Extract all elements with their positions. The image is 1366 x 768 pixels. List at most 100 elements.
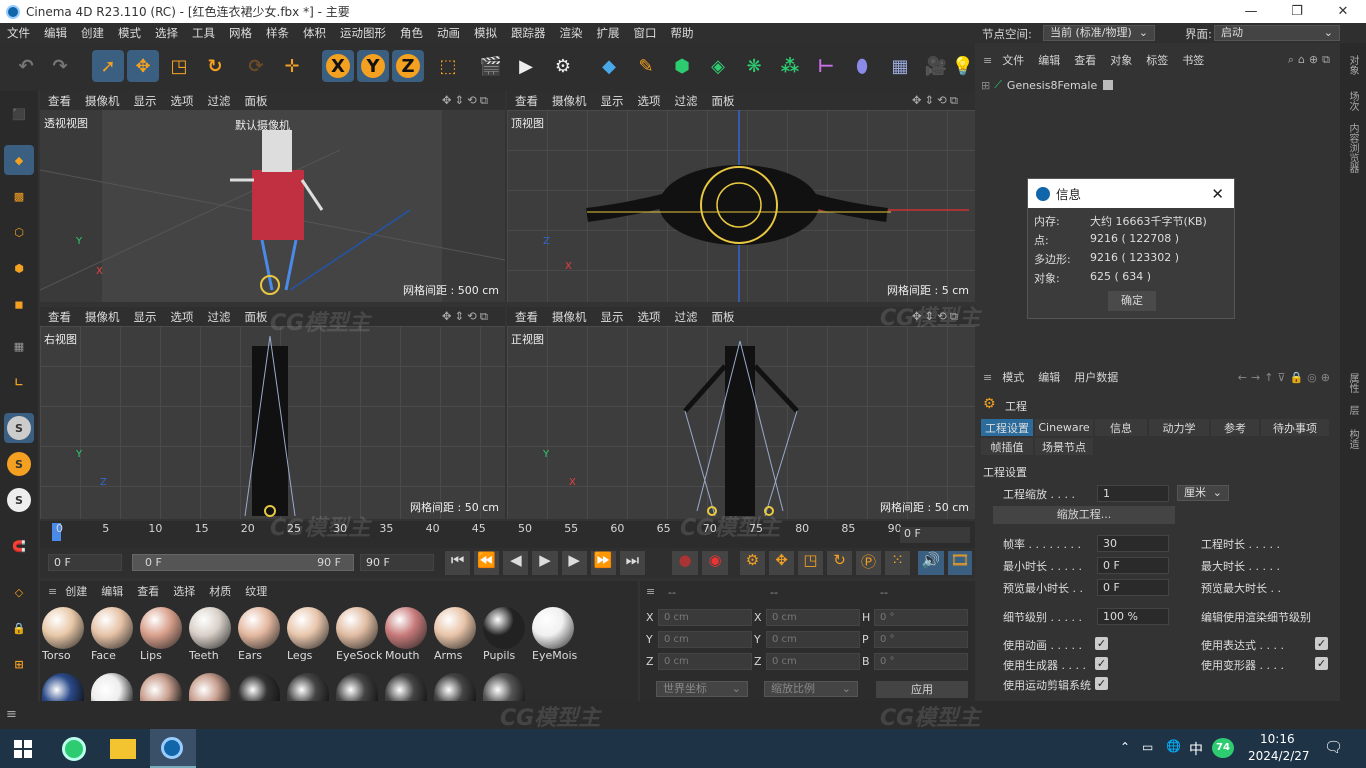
clock-date[interactable]: 2024/2/27: [1248, 749, 1310, 763]
hamburger-icon[interactable]: ≡: [6, 707, 17, 722]
hamburger-icon[interactable]: ≡: [48, 585, 57, 598]
ime-indicator[interactable]: 中: [1189, 739, 1203, 759]
menu-window[interactable]: 窗口: [627, 25, 664, 41]
min-time-field[interactable]: 0 F: [1097, 557, 1169, 574]
material-preview[interactable]: [189, 673, 231, 701]
vp-menu-panel[interactable]: 面板: [712, 309, 735, 325]
cloner-icon[interactable]: ❋: [738, 50, 770, 82]
hamburger-icon[interactable]: ≡: [983, 54, 992, 67]
use-generators-checkbox[interactable]: ✓: [1095, 657, 1108, 670]
use-deformers-checkbox[interactable]: ✓: [1315, 657, 1328, 670]
cinema4d-taskbar-button[interactable]: [150, 729, 196, 768]
material-preview[interactable]: [140, 673, 182, 701]
use-expressions-checkbox[interactable]: ✓: [1315, 637, 1328, 650]
sound-icon[interactable]: 🔊: [918, 551, 944, 575]
next-frame-icon[interactable]: ▶: [561, 551, 587, 575]
vp-menu-camera[interactable]: 摄像机: [85, 93, 120, 109]
attr-menu-userdata[interactable]: 用户数据: [1074, 369, 1118, 385]
tab-info[interactable]: 信息: [1095, 419, 1147, 436]
tab-todo[interactable]: 待办事项: [1261, 419, 1329, 436]
menu-volume[interactable]: 体积: [296, 25, 333, 41]
coord-field[interactable]: 0 cm: [766, 609, 860, 626]
undo-icon[interactable]: ↶: [10, 50, 42, 82]
end-frame-field[interactable]: 90 F: [360, 554, 434, 571]
vp-menu-camera[interactable]: 摄像机: [552, 93, 587, 109]
mograph-icon[interactable]: ⁂: [774, 50, 806, 82]
scale-project-button[interactable]: 缩放工程...: [993, 506, 1175, 524]
side-tab-content-browser[interactable]: 内容浏览器: [1345, 123, 1360, 173]
auto-key-icon[interactable]: ◉: [702, 551, 728, 575]
scale-unit-dropdown[interactable]: 厘米 ⌄: [1177, 485, 1229, 501]
material-preview[interactable]: [336, 673, 378, 701]
lod-field[interactable]: 100 %: [1097, 608, 1169, 625]
viewport-nav-icons[interactable]: ✥⇕⟲⧉: [912, 309, 961, 324]
tray-arrow-icon[interactable]: ⌃: [1120, 740, 1130, 754]
side-tab-takes[interactable]: 场次: [1345, 91, 1360, 111]
mat-menu-create[interactable]: 创建: [65, 583, 87, 599]
battery-icon[interactable]: ▭: [1142, 740, 1153, 754]
render-picture-viewer-icon[interactable]: ▶: [510, 50, 542, 82]
quantize-icon[interactable]: S: [4, 485, 34, 515]
viewport-top[interactable]: 查看 摄像机 显示 选项 过滤 面板 ✥⇕⟲⧉ 顶视图 Z X 网格间距 : 5…: [507, 91, 975, 302]
key-position-icon[interactable]: ✥: [769, 551, 794, 575]
material-preview[interactable]: [91, 673, 133, 701]
hamburger-icon[interactable]: ≡: [646, 585, 655, 598]
workplane-icon[interactable]: ◇: [4, 577, 34, 607]
attr-menu-edit[interactable]: 编辑: [1038, 369, 1060, 385]
material-item[interactable]: Torso: [42, 607, 88, 662]
nav-arrows-icon[interactable]: ←→↑⊽🔒◎⊕: [1238, 371, 1334, 384]
use-motion-system-checkbox[interactable]: ✓: [1095, 677, 1108, 690]
floor-icon[interactable]: ▦: [884, 50, 916, 82]
ok-button[interactable]: 确定: [1108, 291, 1156, 311]
vp-menu-camera[interactable]: 摄像机: [85, 309, 120, 325]
tab-cineware[interactable]: Cineware: [1035, 419, 1093, 436]
x-axis-lock-icon[interactable]: X: [322, 50, 354, 82]
move-icon[interactable]: ✥: [127, 50, 159, 82]
texture-mode-icon[interactable]: ▩: [4, 181, 34, 211]
prev-frame-icon[interactable]: ◀: [503, 551, 529, 575]
key-scale-icon[interactable]: ◳: [798, 551, 823, 575]
camera-icon[interactable]: 🎥: [920, 50, 952, 82]
vp-menu-display[interactable]: 显示: [134, 309, 157, 325]
hamburger-icon[interactable]: ≡: [983, 371, 992, 384]
material-item[interactable]: Face: [91, 607, 137, 662]
vp-menu-panel[interactable]: 面板: [245, 93, 268, 109]
material-item[interactable]: Pupils: [483, 607, 529, 662]
fps-field[interactable]: 30: [1097, 535, 1169, 552]
obj-menu-tags[interactable]: 标签: [1146, 52, 1168, 68]
menu-create[interactable]: 创建: [74, 25, 111, 41]
points-mode-icon[interactable]: ⬡: [4, 217, 34, 247]
vp-menu-options[interactable]: 选项: [171, 309, 194, 325]
timeline-ruler[interactable]: 0 5 10 15 20 25 30 35 40 45 50 55 60 65 70 75 80 85 90 0 F: [40, 521, 975, 548]
viewport-perspective[interactable]: 查看 摄像机 显示 选项 过滤 面板 ✥⇕⟲⧉ 透视视图 默认摄像机 Y X 网…: [40, 91, 505, 302]
pen-icon[interactable]: ✎: [630, 50, 662, 82]
key-rotation-icon[interactable]: ↻: [827, 551, 852, 575]
coord-field[interactable]: 0 cm: [766, 631, 860, 648]
scale-icon[interactable]: ◳: [163, 50, 195, 82]
file-explorer-icon[interactable]: [110, 739, 136, 759]
tab-reference[interactable]: 参考: [1211, 419, 1259, 436]
minimize-button[interactable]: —: [1228, 0, 1274, 23]
current-frame-field[interactable]: 0 F: [900, 527, 970, 543]
obj-menu-file[interactable]: 文件: [1002, 52, 1024, 68]
material-preview[interactable]: [483, 673, 525, 701]
attr-menu-mode[interactable]: 模式: [1002, 369, 1024, 385]
viewport-front[interactable]: 查看 摄像机 显示 选项 过滤 面板 ✥⇕⟲⧉ 正视图 Y X 网格间距 : 5…: [507, 307, 975, 519]
network-icon[interactable]: 🌐: [1166, 739, 1181, 753]
coord-field[interactable]: 0 cm: [766, 653, 860, 670]
material-preview[interactable]: [385, 673, 427, 701]
viewport-nav-icons[interactable]: ✥⇕⟲⧉: [912, 93, 961, 108]
coordinate-system-icon[interactable]: ⬚: [432, 50, 464, 82]
vp-menu-options[interactable]: 选项: [171, 93, 194, 109]
subdivision-icon[interactable]: ⬢: [666, 50, 698, 82]
menu-mesh[interactable]: 网格: [222, 25, 259, 41]
vp-menu-filter[interactable]: 过滤: [208, 309, 231, 325]
live-select-icon[interactable]: ➚: [92, 50, 124, 82]
vp-menu-display[interactable]: 显示: [601, 93, 624, 109]
material-item[interactable]: EyeMois: [532, 607, 578, 662]
vp-menu-panel[interactable]: 面板: [245, 309, 268, 325]
mat-menu-material[interactable]: 材质: [209, 583, 231, 599]
vp-menu-view[interactable]: 查看: [515, 93, 538, 109]
tab-scene-nodes[interactable]: 场景节点: [1035, 438, 1093, 455]
lock-workplane-icon[interactable]: 🔒: [4, 613, 34, 643]
